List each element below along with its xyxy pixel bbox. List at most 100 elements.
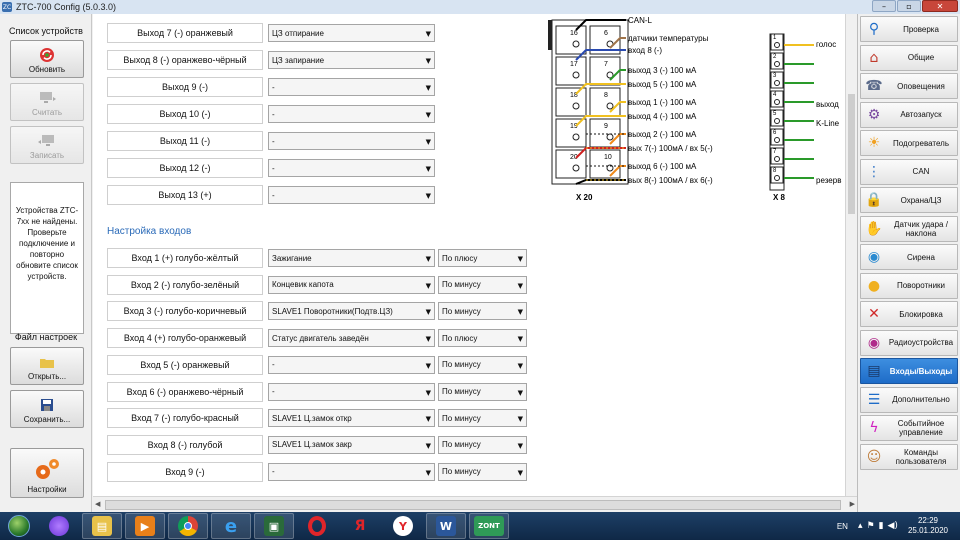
refresh-button[interactable]: Обновить: [10, 40, 84, 78]
taskbar-yandex[interactable]: Я: [340, 513, 380, 539]
nav-item[interactable]: ⋮ CAN: [860, 158, 958, 185]
wiring-diagram: 16 6 17 7 18 8 19 9 20 10 CAN-L датчики температур…: [540, 14, 856, 204]
write-button[interactable]: Записать: [10, 126, 84, 164]
clock-date: 25.01.2020: [907, 526, 948, 535]
input-polarity-select[interactable]: По минусу ▼: [438, 275, 527, 294]
input-function-select[interactable]: Статус двигатель заведён ▼: [268, 329, 435, 348]
flag-icon[interactable]: ⚑: [866, 521, 874, 531]
input-polarity-value: По минусу: [442, 280, 481, 290]
minimize-button[interactable]: –: [872, 0, 896, 12]
output-function-select[interactable]: - ▼: [268, 132, 435, 150]
close-button[interactable]: ✕: [922, 0, 958, 12]
house-icon: ⌂: [869, 49, 879, 66]
nav-item[interactable]: ✕ Блокировка: [860, 301, 958, 327]
taskbar-terminal[interactable]: ▣: [254, 513, 294, 539]
clock[interactable]: 22:29 25.01.2020: [908, 516, 948, 536]
input-function-select[interactable]: SLAVE1 Ц.замок закр ▼: [268, 435, 435, 454]
taskbar-ie[interactable]: e: [211, 513, 251, 539]
scroll-left-icon[interactable]: ◀: [95, 500, 100, 508]
nav-item-label: Радиоустройства: [888, 338, 954, 347]
input-function-select[interactable]: - ▼: [268, 382, 435, 401]
volume-icon[interactable]: ◀): [888, 521, 898, 531]
sun-icon: ☀: [867, 135, 881, 151]
output-function-select[interactable]: - ▼: [268, 78, 435, 96]
vertical-scrollbar[interactable]: [845, 14, 857, 496]
nav-item-label: Команды пользователя: [895, 447, 947, 466]
scroll-right-icon[interactable]: ▶: [850, 500, 855, 508]
input-function-select[interactable]: - ▼: [268, 462, 435, 481]
output-function-value: -: [272, 82, 275, 92]
nav-item[interactable]: ϟ Событийное управление: [860, 415, 958, 441]
input-row: Вход 6 (-) оранжево-чёрный - ▼ По минусу ▼: [107, 381, 527, 402]
taskbar-zont[interactable]: ZONT: [469, 513, 509, 539]
input-function-select[interactable]: Зажигание ▼: [268, 249, 435, 267]
nav-item[interactable]: 🔒 Охрана/ЦЗ: [860, 187, 958, 213]
nav-item[interactable]: ☺ Команды пользователя: [860, 443, 958, 470]
nav-item[interactable]: ▤ Входы/Выходы: [860, 358, 958, 384]
nav-item[interactable]: ⚲ Проверка: [860, 16, 958, 42]
output-function-select[interactable]: - ▼: [268, 159, 435, 177]
nav-item-label: Общие: [907, 53, 935, 62]
taskbar-explorer[interactable]: ▤: [82, 513, 122, 539]
taskbar-opera[interactable]: [297, 513, 337, 539]
app-icon: ZC: [2, 2, 12, 12]
network-icon[interactable]: ▮: [879, 521, 884, 531]
input-polarity-select[interactable]: По минусу ▼: [438, 382, 527, 401]
wire-label: вых 7(-) 100мА / вх 5(-): [628, 144, 713, 153]
open-button[interactable]: Открыть...: [10, 347, 84, 385]
output-label: Выход 13 (+): [107, 185, 263, 205]
taskbar-yandex-browser[interactable]: Y: [383, 513, 423, 539]
vertical-scroll-thumb[interactable]: [848, 94, 855, 214]
nav-item-label: Блокировка: [899, 309, 943, 319]
settings-button[interactable]: Настройки: [10, 448, 84, 498]
input-function-select[interactable]: SLAVE1 Ц.замок откр ▼: [268, 409, 435, 428]
pin-number: 9: [604, 123, 608, 130]
show-hidden-icon[interactable]: ▴: [858, 521, 863, 531]
input-function-select[interactable]: Концевик капота ▼: [268, 275, 435, 294]
x8-pin-contact: [774, 156, 780, 162]
output-function-value: -: [272, 163, 275, 173]
start-button[interactable]: [2, 513, 36, 539]
taskbar-alice[interactable]: [39, 513, 79, 539]
input-polarity-select[interactable]: По минусу ▼: [438, 355, 527, 374]
taskbar-chrome[interactable]: [168, 513, 208, 539]
output-function-select[interactable]: ЦЗ отпирание ▼: [268, 24, 435, 42]
nav-item[interactable]: ☎ Оповещения: [860, 73, 958, 99]
input-polarity-select[interactable]: По плюсу ▼: [438, 249, 527, 267]
read-button[interactable]: Считать: [10, 83, 84, 121]
nav-item-label: Входы/Выходы: [889, 366, 953, 376]
output-function-value: -: [272, 136, 275, 146]
nav-item[interactable]: ⌂ Общие: [860, 44, 958, 71]
input-polarity-select[interactable]: По минусу ▼: [438, 409, 527, 428]
chevron-down-icon: ▼: [517, 281, 523, 290]
input-function-select[interactable]: - ▼: [268, 355, 435, 374]
nav-item[interactable]: ⚙ Автозапуск: [860, 101, 958, 128]
wire-label: CAN-L: [628, 16, 653, 25]
nav-item[interactable]: ✋ Датчик удара / наклона: [860, 215, 958, 242]
save-label: Сохранить...: [23, 415, 71, 424]
output-function-select[interactable]: - ▼: [268, 105, 435, 123]
output-function-select[interactable]: - ▼: [268, 186, 435, 204]
nav-item[interactable]: ◉ Радиоустройства: [860, 329, 958, 356]
language-indicator[interactable]: EN: [837, 522, 848, 531]
input-polarity-select[interactable]: По минусу ▼: [438, 462, 527, 481]
nav-item[interactable]: ● Поворотники: [860, 272, 958, 299]
input-polarity-select[interactable]: По минусу ▼: [438, 302, 527, 321]
input-polarity-value: По минусу: [442, 387, 481, 396]
nav-item[interactable]: ☀ Подогреватель: [860, 130, 958, 156]
x8-wire-label: выход: [816, 100, 839, 109]
input-polarity-select[interactable]: По минусу ▼: [438, 435, 527, 454]
x8-pin-contact: [774, 99, 780, 105]
taskbar-word[interactable]: W: [426, 513, 466, 539]
maximize-button[interactable]: ▫: [897, 0, 921, 12]
nav-item[interactable]: ◉ Сирена: [860, 244, 958, 270]
save-button[interactable]: Сохранить...: [10, 390, 84, 428]
nav-item[interactable]: ☰ Дополнительно: [860, 386, 958, 413]
input-polarity-select[interactable]: По плюсу ▼: [438, 329, 527, 348]
media-player-icon: ▶: [135, 516, 155, 536]
output-function-select[interactable]: ЦЗ запирание ▼: [268, 51, 435, 69]
taskbar-media-player[interactable]: ▶: [125, 513, 165, 539]
horizontal-scroll-thumb[interactable]: [105, 500, 841, 510]
horizontal-scrollbar[interactable]: ◀ ▶: [93, 496, 857, 512]
input-function-select[interactable]: SLAVE1 Поворотники(Подтв.ЦЗ) ▼: [268, 302, 435, 321]
